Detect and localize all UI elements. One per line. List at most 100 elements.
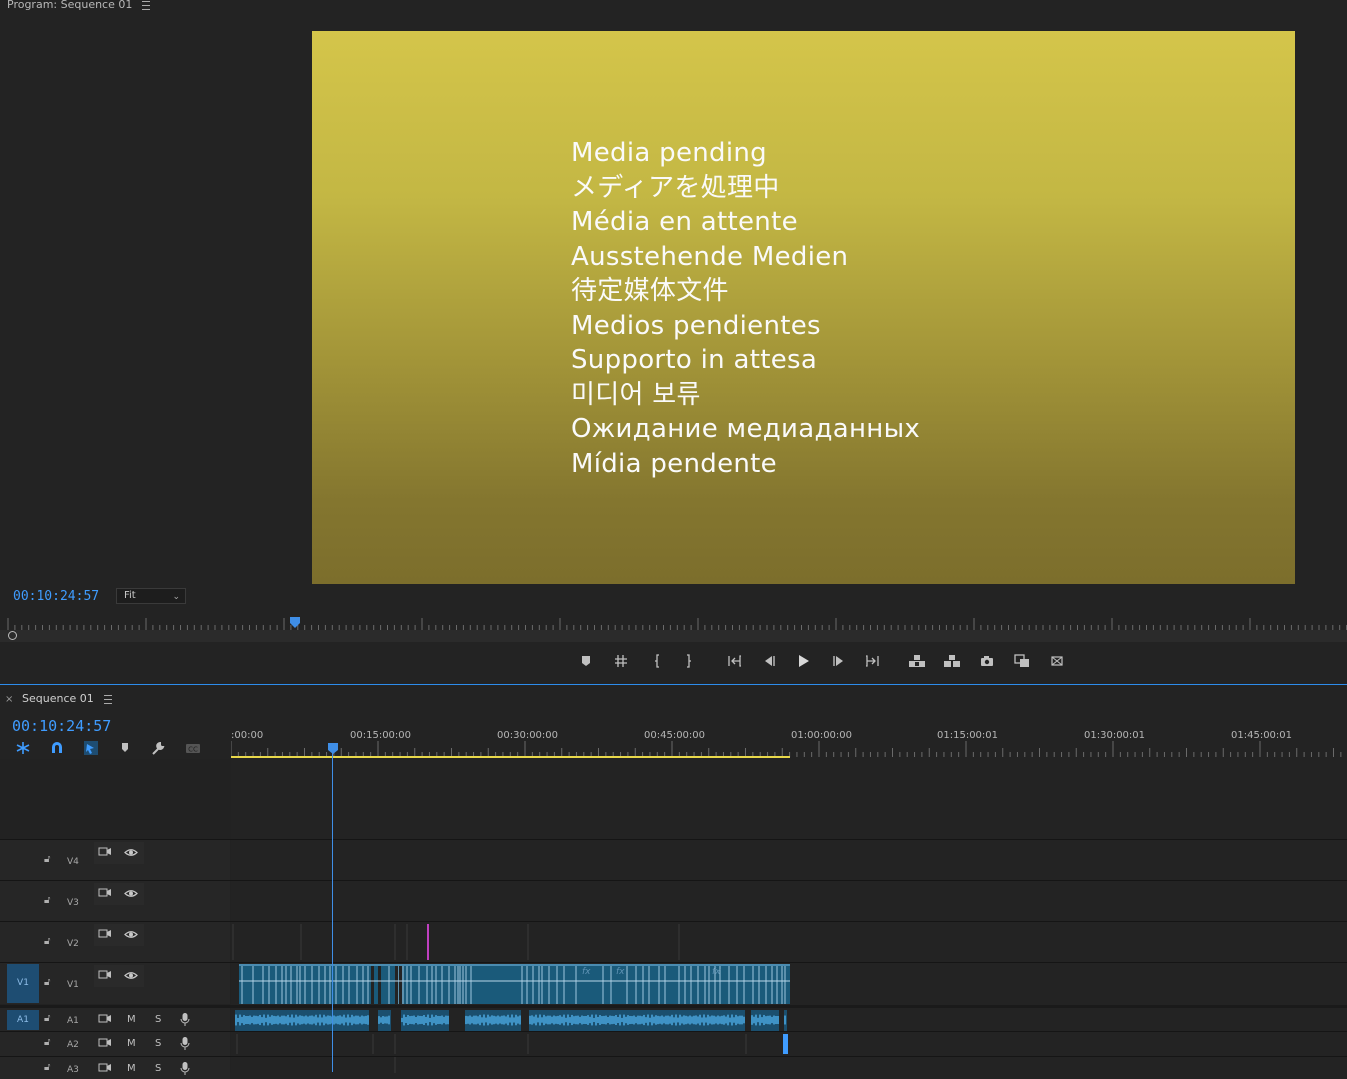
lift-icon [909, 655, 925, 667]
track-header: 🔓︎ V3 [0, 881, 230, 921]
microphone-icon[interactable] [180, 1061, 190, 1076]
sequence-tab[interactable]: Sequence 01 [22, 692, 112, 705]
chevron-down-icon: ⌄ [172, 592, 180, 602]
track-name[interactable]: A2 [67, 1040, 79, 1050]
extract-button[interactable] [939, 650, 963, 672]
track-lane[interactable] [231, 1057, 1347, 1079]
close-icon[interactable]: × [5, 694, 13, 705]
go-to-in-button[interactable] [722, 650, 746, 672]
sync-lock-icon[interactable] [98, 888, 112, 898]
solo-button[interactable]: S [155, 1038, 161, 1049]
track-a1: A1 🔓︎ A1 M S [0, 1005, 1347, 1033]
microphone-icon[interactable] [180, 1012, 190, 1027]
program-monitor-title[interactable]: Program: Sequence 01 [7, 0, 151, 11]
solo-button[interactable]: S [155, 1014, 161, 1025]
track-name[interactable]: A3 [67, 1065, 79, 1075]
eye-icon[interactable] [124, 848, 138, 857]
lock-icon[interactable]: 🔓︎ [44, 1062, 50, 1073]
track-lane[interactable]: fx fx fx [231, 963, 1347, 1004]
timeline-playhead-icon[interactable] [328, 743, 338, 755]
a2-edit-marks [236, 1034, 788, 1054]
extract-icon [944, 655, 960, 667]
step-forward-button[interactable] [827, 650, 851, 672]
work-area-bar[interactable] [231, 756, 790, 758]
microphone-icon[interactable] [180, 1036, 190, 1051]
lock-icon[interactable]: 🔓︎ [44, 1013, 50, 1024]
program-playhead-timecode[interactable]: 00:10:24:57 [13, 589, 99, 604]
lift-button[interactable] [904, 650, 928, 672]
track-name[interactable]: A1 [67, 1016, 79, 1026]
track-v4: 🔓︎ V4 [0, 839, 1347, 880]
lock-icon[interactable]: 🔓︎ [44, 977, 50, 988]
eye-icon[interactable] [124, 930, 138, 939]
lock-icon[interactable]: 🔓︎ [44, 854, 50, 865]
track-name[interactable]: V2 [67, 939, 79, 949]
panel-menu-icon[interactable] [142, 0, 151, 10]
step-forward-icon [833, 656, 843, 666]
eye-icon[interactable] [124, 889, 138, 898]
captions-button[interactable]: CC [184, 740, 202, 756]
track-name[interactable]: V1 [67, 980, 79, 990]
video-clip-group[interactable]: fx fx fx [239, 964, 790, 1004]
export-frame-button[interactable] [975, 650, 999, 672]
mute-button[interactable]: M [127, 1038, 136, 1049]
captions-icon: CC [186, 744, 200, 754]
sequence-tab-label: Sequence 01 [22, 692, 94, 705]
program-playhead-icon[interactable] [289, 616, 301, 629]
lock-icon[interactable]: 🔓︎ [44, 1037, 50, 1048]
track-lane[interactable] [231, 1008, 1347, 1033]
sync-lock-icon[interactable] [98, 1038, 112, 1048]
fx-badge: fx [582, 967, 591, 977]
solo-button[interactable]: S [155, 1063, 161, 1074]
linked-selection-button[interactable] [82, 740, 100, 756]
export-frame-icon [981, 656, 993, 666]
mark-in-button[interactable] [645, 650, 669, 672]
mark-in-out-button[interactable] [609, 650, 633, 672]
mute-button[interactable]: M [127, 1063, 136, 1074]
mark-out-button[interactable] [677, 650, 701, 672]
compare-view-button[interactable] [1009, 650, 1033, 672]
mark-in-icon [655, 654, 659, 668]
pending-line: Mídia pendente [571, 448, 777, 479]
track-name[interactable]: V3 [67, 898, 79, 908]
go-to-out-button[interactable] [861, 650, 885, 672]
timeline-playhead-line[interactable] [332, 743, 333, 1072]
add-marker-button[interactable] [574, 650, 598, 672]
track-lane[interactable] [231, 881, 1347, 921]
settings-wrench-icon [152, 741, 165, 755]
zoom-scrollbar-handle[interactable] [8, 631, 17, 640]
track-lane[interactable] [231, 922, 1347, 962]
track-name[interactable]: V4 [67, 857, 79, 867]
eye-icon[interactable] [124, 971, 138, 980]
lock-icon[interactable]: 🔓︎ [44, 936, 50, 947]
source-patch-a1[interactable]: A1 [7, 1010, 39, 1030]
sync-lock-icon[interactable] [98, 847, 112, 857]
sync-lock-icon[interactable] [98, 970, 112, 980]
lock-icon[interactable]: 🔓︎ [44, 895, 50, 906]
snap-toggle-button[interactable] [48, 740, 66, 756]
timeline-playhead-timecode[interactable]: 00:10:24:57 [12, 717, 111, 735]
source-patch-v1[interactable]: V1 [7, 964, 39, 1003]
mute-button[interactable]: M [127, 1014, 136, 1025]
play-button[interactable] [791, 650, 815, 672]
vr-video-button[interactable] [1045, 650, 1069, 672]
track-a2: 🔓︎ A2 M S [0, 1031, 1347, 1056]
timeline-settings-button[interactable] [150, 740, 168, 756]
sync-lock-icon[interactable] [98, 1014, 112, 1024]
sync-lock-icon[interactable] [98, 929, 112, 939]
mark-out-icon [687, 654, 691, 668]
program-mini-timeline-ruler[interactable] [0, 616, 1347, 630]
program-zoom-scrollbar[interactable] [0, 630, 1347, 642]
add-marker-button[interactable] [116, 740, 134, 756]
track-lane[interactable] [231, 1032, 1347, 1056]
play-icon [799, 655, 809, 667]
nest-toggle-button[interactable] [14, 740, 32, 756]
zoom-level-select[interactable]: Fit ⌄ [116, 588, 186, 604]
pending-line: Medios pendientes [571, 310, 821, 341]
panel-menu-icon[interactable] [103, 694, 112, 704]
track-v3: 🔓︎ V3 [0, 880, 1347, 921]
track-lane[interactable] [231, 840, 1347, 880]
track-header: A1 🔓︎ A1 M S [0, 1008, 230, 1033]
timeline-time-ruler[interactable]: :00:00 00:15:00:00 00:30:00:00 00:45:00:… [231, 727, 1347, 759]
step-back-button[interactable] [757, 650, 781, 672]
